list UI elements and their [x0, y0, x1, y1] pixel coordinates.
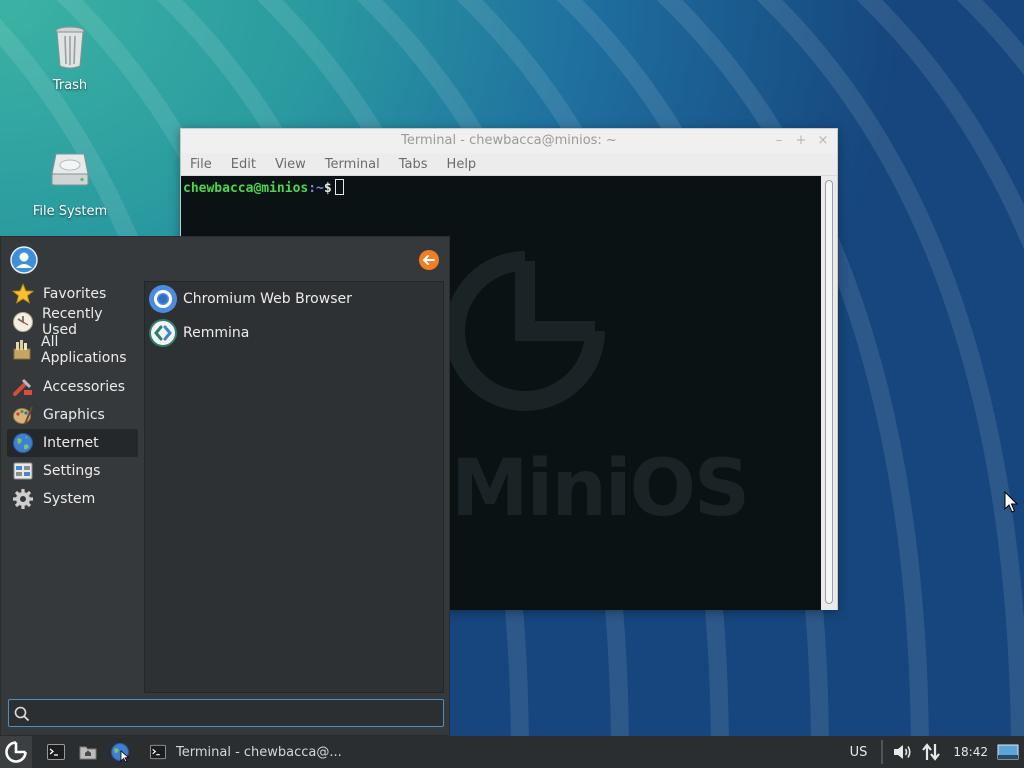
trash-icon [55, 26, 85, 69]
menu-search-box[interactable] [8, 699, 444, 727]
application-list: Chromium Web Browser Remmina [144, 281, 444, 693]
network-arrows-icon [922, 743, 941, 761]
user-avatar-icon[interactable] [10, 246, 38, 274]
taskbar: Terminal - chewbacca@... US 18:42 [0, 736, 1024, 768]
globe-icon [111, 743, 130, 762]
star-icon [12, 283, 34, 304]
category-label: Graphics [43, 407, 105, 423]
category-system[interactable]: System [7, 485, 138, 513]
show-desktop-icon [997, 744, 1019, 760]
taskbar-task-terminal[interactable]: Terminal - chewbacca@... [140, 736, 352, 768]
menu-terminal[interactable]: Terminal [325, 157, 380, 172]
gear-icon [13, 489, 33, 509]
back-arrow-icon[interactable] [418, 249, 440, 271]
network-indicator[interactable] [919, 740, 943, 764]
remmina-icon [149, 319, 177, 347]
category-label: Internet [43, 435, 99, 451]
globe-icon [13, 433, 33, 453]
terminal-prompt: chewbacca@minios:~$ [183, 179, 344, 196]
start-menu-button[interactable] [0, 736, 32, 768]
show-desktop-button[interactable] [996, 740, 1020, 764]
home-folder-icon [79, 746, 97, 760]
desktop-icon-trash[interactable]: Trash [20, 22, 120, 93]
category-recently-used[interactable]: Recently Used [7, 306, 138, 338]
application-menu: Favorites Recently Used All Applications… [0, 236, 450, 736]
category-list: Favorites Recently Used All Applications… [7, 280, 138, 513]
minios-watermark: MiniOS [451, 444, 750, 534]
applications-icon [13, 340, 31, 360]
launcher-web-browser[interactable] [104, 736, 136, 768]
tray-separator [881, 740, 884, 764]
desktop-icon-label: File System [32, 204, 108, 219]
speaker-icon [894, 745, 911, 759]
keyboard-layout-indicator[interactable]: US [850, 745, 868, 760]
prompt-path: :~ [308, 181, 324, 196]
maximize-button[interactable]: + [793, 129, 809, 153]
accessories-icon [13, 378, 32, 396]
category-internet[interactable]: Internet [7, 429, 138, 457]
text-cursor [334, 179, 344, 195]
launcher-terminal[interactable] [40, 736, 72, 768]
search-icon [14, 706, 30, 722]
volume-control[interactable] [891, 740, 915, 764]
terminal-scrollbar[interactable] [821, 176, 837, 610]
prompt-symbol: $ [323, 181, 332, 196]
terminal-icon [150, 744, 166, 760]
drive-icon [51, 153, 89, 186]
menu-tabs[interactable]: Tabs [399, 157, 428, 172]
settings-icon [13, 462, 33, 480]
category-label: System [43, 491, 96, 507]
category-settings[interactable]: Settings [7, 457, 138, 485]
graphics-icon [13, 406, 33, 425]
category-favorites[interactable]: Favorites [7, 280, 138, 308]
menu-help[interactable]: Help [447, 157, 477, 172]
launcher-file-manager[interactable] [72, 736, 104, 768]
prompt-user: chewbacca@minios [183, 181, 309, 196]
menu-file[interactable]: File [190, 157, 212, 172]
window-title: Terminal - chewbacca@minios: ~ [401, 133, 617, 148]
app-label: Chromium Web Browser [183, 291, 352, 307]
system-tray: US 18:42 [850, 736, 1024, 768]
mouse-pointer-icon [1004, 491, 1018, 513]
menu-edit[interactable]: Edit [231, 157, 256, 172]
category-label: Favorites [43, 286, 107, 302]
task-label: Terminal - chewbacca@... [176, 744, 342, 760]
terminal-icon [47, 744, 65, 760]
scrollbar-thumb[interactable] [825, 180, 833, 604]
close-button[interactable]: × [815, 129, 831, 153]
category-label: All Applications [41, 334, 127, 366]
desktop-icon-label: Trash [52, 78, 88, 93]
category-label: Accessories [43, 379, 126, 395]
app-remmina[interactable]: Remmina [145, 316, 443, 350]
minios-logo-watermark-icon [445, 251, 605, 411]
terminal-menubar: File Edit View Terminal Tabs Help [181, 153, 837, 176]
category-accessories[interactable]: Accessories [7, 373, 138, 401]
chromium-icon [149, 285, 177, 313]
minimize-button[interactable]: – [771, 129, 787, 153]
clock[interactable]: 18:42 [953, 745, 988, 759]
app-chromium[interactable]: Chromium Web Browser [145, 282, 443, 316]
clock-icon [12, 312, 33, 332]
category-graphics[interactable]: Graphics [7, 401, 138, 429]
app-label: Remmina [183, 325, 250, 341]
category-all-applications[interactable]: All Applications [7, 334, 138, 366]
search-input[interactable] [35, 702, 435, 724]
desktop-icon-file-system[interactable]: File System [20, 148, 120, 219]
terminal-titlebar[interactable]: Terminal - chewbacca@minios: ~ – + × [181, 129, 837, 153]
menu-view[interactable]: View [275, 157, 306, 172]
minios-logo-icon [5, 741, 27, 763]
category-label: Settings [43, 463, 101, 479]
